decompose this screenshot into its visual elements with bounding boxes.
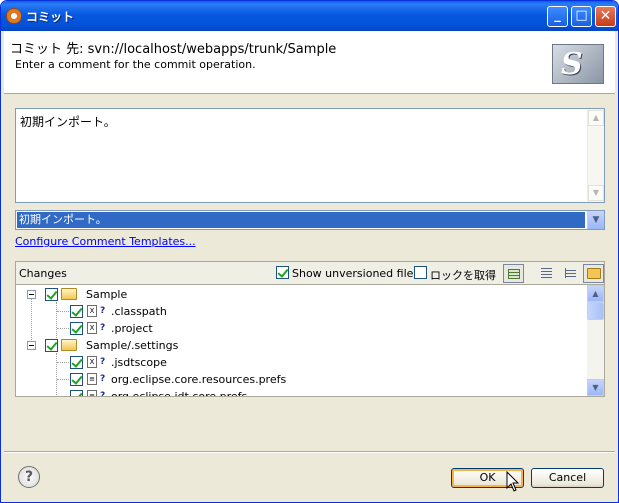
tree-item-checkbox[interactable] (70, 390, 83, 396)
header-title: コミット 先: svn://localhost/webapps/trunk/Sa… (10, 42, 337, 57)
tree-guide (57, 362, 69, 363)
tree-item[interactable]: X ? .classpath (16, 303, 586, 320)
tree-item-checkbox[interactable] (70, 322, 83, 335)
show-unversioned-label[interactable]: Show unversioned files (292, 267, 419, 280)
tree-item-label: Sample/.settings (86, 339, 179, 352)
eclipse-app-icon (6, 8, 22, 24)
tree-guide (57, 311, 69, 312)
tree-item-checkbox[interactable] (70, 305, 83, 318)
folder-open-icon (61, 339, 77, 351)
table-view-button[interactable] (503, 264, 524, 283)
configure-templates-link[interactable]: Configure Comment Templates... (15, 235, 196, 248)
mouse-pointer-icon (506, 471, 520, 492)
status-unversioned: ? (100, 306, 106, 316)
tree-item[interactable]: ≡ ? org.eclipse.core.resources.prefs (16, 371, 586, 388)
subversive-logo-icon: S (552, 44, 604, 84)
collapse-icon[interactable] (27, 341, 36, 350)
status-unversioned: ? (100, 357, 106, 367)
compressed-folders-button[interactable] (583, 264, 604, 283)
chevron-down-icon[interactable]: ▼ (587, 211, 604, 229)
text-file-icon: ≡ (87, 390, 97, 396)
changes-toolbar: Changes Show unversioned files ロックを取得 (15, 261, 605, 285)
lock-label[interactable]: ロックを取得 (430, 267, 496, 283)
tree-item-label: org.eclipse.core.resources.prefs (111, 373, 287, 386)
tree-item-label: .jsdtscope (111, 356, 167, 369)
show-unversioned-checkbox[interactable] (276, 266, 289, 279)
tree-item[interactable]: X ? .jsdtscope (16, 354, 586, 371)
button-bar-separator (4, 451, 615, 453)
title-bar[interactable]: コミット _ □ ✕ (1, 1, 618, 31)
tree-item-label: .project (111, 322, 153, 335)
folder-open-icon (61, 288, 77, 300)
xml-file-icon: X (87, 322, 97, 334)
comment-textarea[interactable]: 初期インポート。 ▲ ▼ (15, 108, 605, 203)
lock-checkbox[interactable] (414, 266, 427, 279)
collapse-icon[interactable] (27, 290, 36, 299)
text-file-icon: ≡ (87, 373, 97, 385)
scroll-up-icon[interactable]: ▲ (587, 285, 604, 302)
tree-item[interactable]: Sample (16, 286, 586, 303)
comment-scrollbar[interactable]: ▲ ▼ (587, 109, 604, 202)
xml-file-icon: X (87, 356, 97, 368)
changes-label: Changes (19, 267, 67, 280)
comment-history-combo[interactable]: 初期インポート。 ▼ (15, 210, 605, 230)
changes-tree[interactable]: Sample X ? .classpath X ? .project Sampl… (15, 285, 605, 397)
tree-icon (565, 268, 576, 278)
close-button[interactable]: ✕ (595, 6, 616, 27)
tree-item-checkbox[interactable] (70, 373, 83, 386)
tree-item-label: org.eclipse.jdt.core.prefs (111, 390, 248, 397)
help-icon[interactable]: ? (18, 466, 40, 488)
tree-item-checkbox[interactable] (70, 356, 83, 369)
tree-item-label: Sample (86, 288, 128, 301)
dialog-header: コミット 先: svn://localhost/webapps/trunk/Sa… (4, 31, 615, 94)
header-subtitle: Enter a comment for the commit operation… (15, 58, 256, 71)
comment-text[interactable]: 初期インポート。 (20, 113, 116, 130)
flat-view-button[interactable] (536, 264, 557, 283)
tree-scrollbar[interactable]: ▲ ▼ (587, 285, 604, 396)
tree-guide (57, 379, 69, 380)
status-unversioned: ? (100, 323, 106, 333)
minimize-button[interactable]: _ (547, 6, 568, 27)
scroll-down-icon[interactable]: ▼ (587, 379, 604, 396)
scrollbar-thumb[interactable] (587, 302, 604, 320)
tree-item[interactable]: X ? .project (16, 320, 586, 337)
status-unversioned: ? (100, 391, 106, 397)
tree-item-label: .classpath (111, 305, 167, 318)
comment-history-value[interactable]: 初期インポート。 (17, 212, 585, 228)
cancel-button[interactable]: Cancel (531, 468, 604, 488)
folder-icon (587, 268, 601, 279)
tree-view-button[interactable] (560, 264, 581, 283)
flat-list-icon (541, 268, 552, 278)
tree-item[interactable]: ≡ ? org.eclipse.jdt.core.prefs (16, 388, 586, 397)
tree-item[interactable]: Sample/.settings (16, 337, 586, 354)
scroll-down-icon[interactable]: ▼ (588, 185, 604, 201)
commit-dialog: コミット _ □ ✕ コミット 先: svn://localhost/webap… (0, 0, 619, 503)
tree-item-checkbox[interactable] (45, 288, 58, 301)
xml-file-icon: X (87, 305, 97, 317)
maximize-button[interactable]: □ (571, 6, 592, 27)
status-unversioned: ? (100, 374, 106, 384)
tree-item-checkbox[interactable] (45, 339, 58, 352)
tree-guide (57, 328, 69, 329)
scroll-up-icon[interactable]: ▲ (588, 110, 604, 126)
table-icon (508, 269, 520, 279)
window-title: コミット (26, 10, 75, 24)
